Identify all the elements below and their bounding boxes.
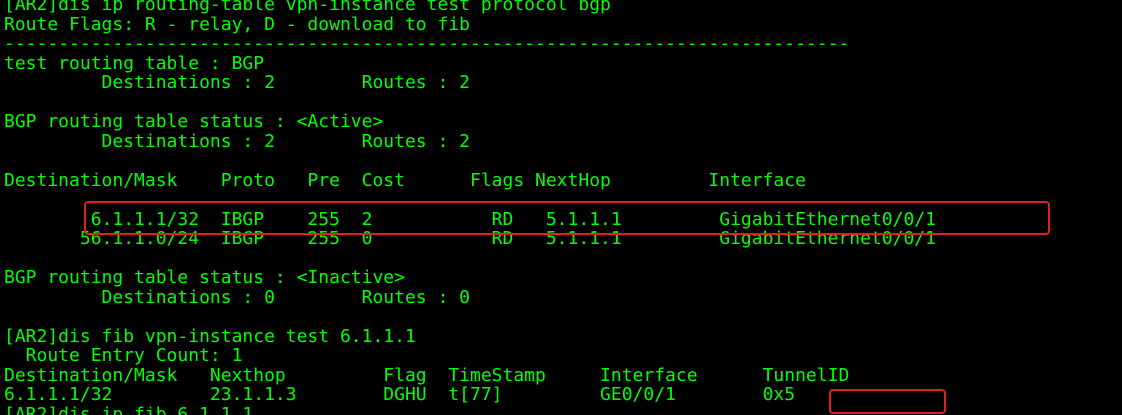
terminal-line: [AR2]dis ip fib 6.1.1.1 <box>4 403 254 415</box>
terminal-line: Destination/Mask Nexthop Flag TimeStamp … <box>4 364 850 386</box>
terminal-line: Destinations : 2 Routes : 2 <box>4 72 470 93</box>
terminal-line: BGP routing table status : <Inactive> <box>4 267 405 288</box>
tunnel-id-highlight-box <box>829 389 946 414</box>
route-highlight-box <box>84 201 1050 235</box>
terminal-line: Destination/Mask Proto Pre Cost Flags Ne… <box>4 169 806 191</box>
terminal-line: [AR2]dis ip routing-table vpn-instance t… <box>4 0 611 15</box>
terminal-line: test routing table : BGP <box>4 52 265 74</box>
terminal-line: Destinations : 0 Routes : 0 <box>4 286 470 308</box>
terminal-line: 6.1.1.1/32 23.1.1.3 DGHU t[77] GE0/0/1 0… <box>4 384 796 405</box>
terminal-line: ----------------------------------------… <box>4 33 850 54</box>
terminal-line: BGP routing table status : <Active> <box>4 111 384 132</box>
terminal-line: Destinations : 2 Routes : 2 <box>4 130 470 152</box>
terminal-line: [AR2]dis fib vpn-instance test 6.1.1.1 <box>4 325 416 347</box>
terminal-line: Route Flags: R - relay, D - download to … <box>4 13 470 35</box>
terminal-window[interactable]: [AR2]dis ip routing-table vpn-instance t… <box>0 0 1122 415</box>
terminal-line: Route Entry Count: 1 <box>4 345 243 366</box>
